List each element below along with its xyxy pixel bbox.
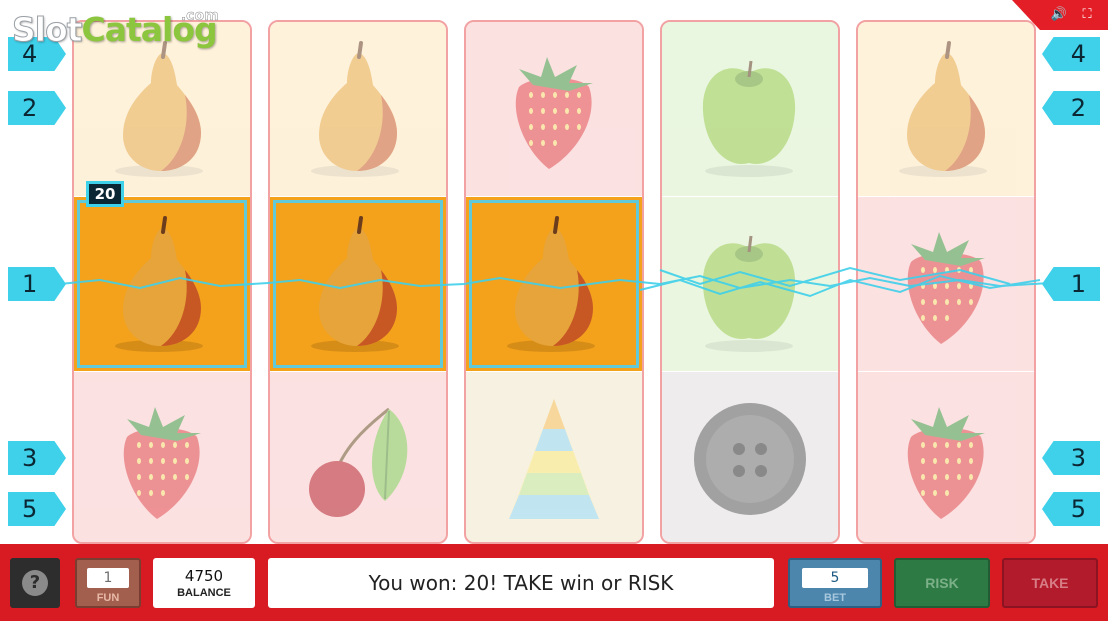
slotcatalog-logo: SlotCatalog .com: [12, 8, 219, 50]
bet-selector[interactable]: 5 BET: [788, 558, 882, 608]
speaker-icon[interactable]: 🔊: [1050, 6, 1068, 24]
apple-symbol: [662, 22, 838, 196]
pear-symbol: [466, 197, 642, 371]
payline-marker-left: 5: [8, 492, 66, 526]
payline-marker-right: 1: [1042, 267, 1100, 301]
pear-symbol: [270, 22, 446, 196]
pear-symbol: [858, 22, 1034, 196]
status-message: You won: 20! TAKE win or RISK: [268, 558, 774, 608]
slot-game-screen: SlotCatalog .com 🔊 ⛶ 4 2 1 3 5 4 2 1 3 5…: [0, 0, 1108, 621]
strawberry-symbol: [858, 197, 1034, 371]
reel-4: [660, 20, 840, 544]
bet-label: BET: [824, 592, 846, 604]
fullscreen-icon[interactable]: ⛶: [1078, 6, 1096, 24]
cherry-symbol: [270, 372, 446, 542]
fun-label: FUN: [96, 592, 120, 604]
payline-marker-left: 3: [8, 441, 66, 475]
help-button[interactable]: ?: [10, 558, 60, 608]
reel-5: [856, 20, 1036, 544]
strawberry-symbol: [466, 22, 642, 196]
question-icon: ?: [22, 570, 48, 596]
reel-1: [72, 20, 252, 544]
logo-text-slot: Slot: [12, 10, 84, 50]
payline-marker-right: 3: [1042, 441, 1100, 475]
apple-symbol: [662, 197, 838, 371]
logo-text-com: .com: [180, 8, 219, 25]
balance-panel: 4750 BALANCE: [153, 558, 255, 608]
fun-value: 1: [87, 568, 129, 588]
strawberry-symbol: [74, 372, 250, 542]
payline-marker-left: 2: [8, 91, 66, 125]
bet-value: 5: [802, 568, 868, 588]
payline-marker-left: 1: [8, 267, 66, 301]
button-symbol: [662, 372, 838, 542]
strawberry-symbol: [858, 372, 1034, 542]
fun-coin-selector[interactable]: 1 FUN: [75, 558, 141, 608]
risk-button[interactable]: RISK: [894, 558, 990, 608]
payline-marker-right: 4: [1042, 37, 1100, 71]
pear-symbol: [270, 197, 446, 371]
balance-value: 4750: [184, 567, 224, 585]
payline-marker-right: 2: [1042, 91, 1100, 125]
reel-3: [464, 20, 644, 544]
reel-2: [268, 20, 448, 544]
pear-symbol: [74, 197, 250, 371]
payline-marker-right: 5: [1042, 492, 1100, 526]
pyramid-symbol: [466, 372, 642, 542]
take-button[interactable]: TAKE: [1002, 558, 1098, 608]
balance-label: BALANCE: [177, 587, 231, 599]
win-amount-badge: 20: [86, 181, 124, 207]
